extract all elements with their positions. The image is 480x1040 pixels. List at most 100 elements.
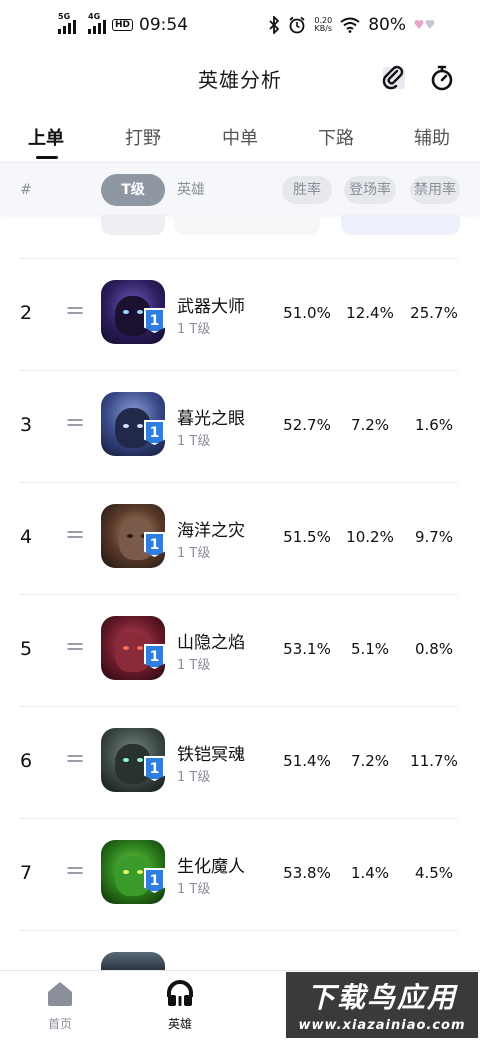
hero-name: 武器大师	[177, 297, 245, 317]
status-right: 0.20 KB/s 80%	[268, 15, 436, 35]
signal-5g-icon: 5G	[58, 12, 76, 34]
col-win-rate-sort[interactable]: 胜率	[282, 176, 332, 204]
win-rate: 51.0%	[283, 304, 331, 322]
rank-trend: =	[65, 744, 86, 772]
hero-tier: 1 T级	[177, 882, 211, 897]
tab-top[interactable]: 上单	[28, 124, 64, 150]
nav-heroes-label: 英雄	[167, 1017, 192, 1031]
hero-row[interactable]: 2 = 1 武器大师 1 T级 51.0% 12.4% 25.7%	[0, 258, 480, 370]
status-time: 09:54	[139, 15, 189, 35]
row-divider	[20, 370, 458, 371]
lane-tabs: 上单 打野 中单 下路 辅助	[0, 110, 480, 162]
hero-rank: 7	[20, 862, 33, 884]
column-header: # T级 英雄 胜率 登场率 禁用率	[0, 162, 480, 214]
headphones-icon	[167, 980, 193, 1006]
watermark: 下载鸟应用 www.xiazainiao.com	[286, 972, 478, 1038]
stopwatch-icon[interactable]	[426, 62, 458, 94]
hero-tier: 1 T级	[177, 546, 211, 561]
win-rate: 53.8%	[283, 864, 331, 882]
pick-rate: 12.4%	[346, 304, 394, 322]
hero-rank: 5	[20, 638, 33, 660]
win-rate: 51.5%	[283, 528, 331, 546]
ban-rate: 4.5%	[414, 864, 454, 882]
hero-row[interactable]: 7 = 1 生化魔人 1 T级 53.8% 1.4% 4.5%	[0, 818, 480, 930]
tab-bottom[interactable]: 下路	[318, 124, 354, 150]
pick-rate: 7.2%	[350, 416, 390, 434]
hero-tier: 1 T级	[177, 434, 211, 449]
hero-name: 海洋之灾	[177, 521, 245, 541]
wifi-icon	[340, 17, 360, 33]
ban-rate: 11.7%	[410, 752, 458, 770]
previous-row-peek	[341, 215, 460, 235]
hero-rank: 2	[20, 302, 33, 324]
rank-trend: =	[65, 296, 86, 324]
pick-rate: 5.1%	[350, 640, 390, 658]
hero-rank: 3	[20, 414, 33, 436]
ban-rate: 9.7%	[414, 528, 454, 546]
ban-rate: 25.7%	[410, 304, 458, 322]
signal-4g-label: 4G	[88, 12, 101, 21]
nav-home[interactable]: 首页	[30, 979, 90, 1032]
net-speed-unit: KB/s	[314, 24, 333, 33]
hero-tier: 1 T级	[177, 322, 211, 337]
hero-name: 铁铠冥魂	[177, 745, 245, 765]
pick-rate: 1.4%	[350, 864, 390, 882]
hero-name: 暮光之眼	[177, 409, 245, 429]
row-divider	[20, 258, 458, 259]
row-divider	[20, 594, 458, 595]
hero-row[interactable]: 3 = 1 暮光之眼 1 T级 52.7% 7.2% 1.6%	[0, 370, 480, 482]
row-divider	[20, 706, 458, 707]
rank-trend: =	[65, 856, 86, 884]
tab-indicator	[36, 156, 58, 159]
alarm-icon	[289, 16, 305, 34]
hero-row-partial[interactable]	[0, 930, 480, 970]
hero-avatar	[101, 952, 165, 970]
rank-trend: =	[65, 520, 86, 548]
hero-row[interactable]: 4 = 1 海洋之灾 1 T级 51.5% 10.2% 9.7%	[0, 482, 480, 594]
hero-row[interactable]: 5 = 1 山隐之焰 1 T级 53.1% 5.1% 0.8%	[0, 594, 480, 706]
hero-tier: 1 T级	[177, 658, 211, 673]
hero-analysis-screen: 5G 4G HD 09:54 0.20 KB/s 80% 英雄分析 上单 打野 …	[0, 0, 480, 1040]
hero-rank: 4	[20, 526, 33, 548]
col-hero: 英雄	[177, 182, 205, 198]
col-rank: #	[20, 182, 32, 198]
col-ban-rate-sort[interactable]: 禁用率	[410, 176, 460, 204]
net-speed: 0.20 KB/s	[314, 17, 332, 33]
ban-rate: 1.6%	[414, 416, 454, 434]
nav-heroes[interactable]: 英雄	[150, 979, 210, 1032]
watermark-title: 下载鸟应用	[306, 981, 457, 1014]
hero-rank: 6	[20, 750, 33, 772]
tab-jungle[interactable]: 打野	[125, 124, 161, 150]
tab-support[interactable]: 辅助	[414, 124, 450, 150]
status-bar: 5G 4G HD 09:54 0.20 KB/s 80%	[0, 0, 480, 50]
hero-name: 山隐之焰	[177, 633, 245, 653]
hd-voice-icon: HD	[112, 19, 134, 31]
heart-icon	[414, 20, 435, 29]
rank-trend: =	[65, 408, 86, 436]
title-bar: 英雄分析	[0, 50, 480, 106]
row-divider	[20, 818, 458, 819]
rank-trend: =	[65, 632, 86, 660]
ban-rate: 0.8%	[414, 640, 454, 658]
hero-name: 生化魔人	[177, 857, 245, 877]
nav-home-label: 首页	[47, 1017, 72, 1031]
bluetooth-icon	[269, 16, 280, 34]
watermark-url: www.xiazainiao.com	[298, 1018, 466, 1033]
col-tier-sort[interactable]: T级	[101, 174, 165, 206]
paperclip-icon[interactable]	[378, 62, 410, 94]
hero-tier: 1 T级	[177, 770, 211, 785]
battery-percent: 80%	[368, 15, 406, 35]
pick-rate: 7.2%	[350, 752, 390, 770]
previous-row-peek	[174, 215, 320, 235]
win-rate: 51.4%	[283, 752, 331, 770]
win-rate: 52.7%	[283, 416, 331, 434]
win-rate: 53.1%	[283, 640, 331, 658]
tab-mid[interactable]: 中单	[222, 124, 258, 150]
status-left: 5G 4G HD 09:54	[58, 12, 189, 35]
signal-4g-icon: 4G	[88, 12, 106, 34]
row-divider	[20, 930, 458, 931]
signal-5g-label: 5G	[58, 12, 71, 21]
col-pick-rate-sort[interactable]: 登场率	[344, 176, 396, 204]
pick-rate: 10.2%	[346, 528, 394, 546]
hero-row[interactable]: 6 = 1 铁铠冥魂 1 T级 51.4% 7.2% 11.7%	[0, 706, 480, 818]
